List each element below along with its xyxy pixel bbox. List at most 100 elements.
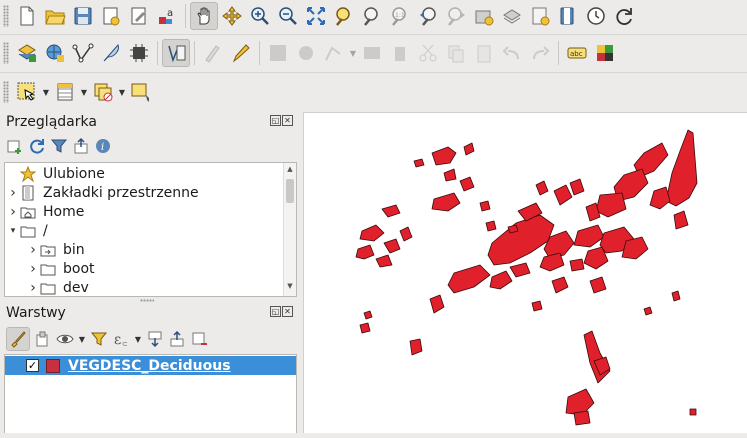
filter-legend-icon[interactable] [90,330,108,348]
deselect-features-icon[interactable] [89,78,117,106]
processing-icon[interactable] [125,39,153,67]
zoom-last-icon[interactable] [414,2,442,30]
copy-icon[interactable] [442,39,470,67]
browser-scrollbar[interactable]: ▲ ▼ [283,163,296,296]
close-panel-icon[interactable]: ✕ [282,306,293,317]
filter-icon[interactable] [50,137,68,155]
data-source-manager-icon[interactable] [13,39,41,67]
toolbar-divider [0,72,747,73]
select-features-icon[interactable] [13,78,41,106]
identify-features-icon[interactable] [127,78,155,106]
refresh-icon[interactable] [610,2,638,30]
browser-item-label: dev [63,279,89,296]
text-annotation-icon[interactable]: a [153,2,181,30]
dropdown-arrow-icon[interactable]: ▼ [134,328,142,350]
zoom-full-icon[interactable] [302,2,330,30]
map-canvas[interactable] [303,112,747,433]
collapsed-arrow-icon[interactable]: › [7,204,19,220]
collapse-all-icon[interactable] [168,330,186,348]
toolbar-handle[interactable] [3,5,9,27]
layer-row[interactable]: ✓ VEGDESC_Deciduous [5,356,296,375]
browser-item[interactable]: › bin [5,240,296,259]
zoom-next-icon[interactable] [442,2,470,30]
vertex-tool-icon[interactable] [320,39,348,67]
current-edits-icon[interactable] [162,39,190,67]
browser-tree[interactable]: Ulubione › Zakładki przestrzenne › Home ▾ / › bi… [4,162,297,297]
close-panel-icon[interactable]: ✕ [282,115,293,126]
expand-all-icon[interactable] [146,330,164,348]
pan-icon[interactable] [190,2,218,30]
add-group-icon[interactable] [34,330,52,348]
refresh-icon[interactable] [28,137,46,155]
attribute-table-icon[interactable] [51,78,79,106]
scroll-up-icon[interactable]: ▲ [284,165,296,177]
zoom-native-icon[interactable]: 1:1 [386,2,414,30]
clock-icon[interactable] [582,2,610,30]
zoom-to-layer-icon[interactable] [358,2,386,30]
style-manager-icon[interactable] [125,2,153,30]
new-project-icon[interactable] [13,2,41,30]
layers-tree[interactable]: ✓ VEGDESC_Deciduous [4,354,297,433]
browser-item[interactable]: › dev [5,278,296,296]
paste-icon[interactable] [470,39,498,67]
collapsed-arrow-icon[interactable]: › [27,242,39,258]
scroll-thumb[interactable] [286,179,294,203]
expanded-arrow-icon[interactable]: ▾ [7,226,19,236]
collapsed-arrow-icon[interactable]: › [27,280,39,296]
show-bookmarks-icon[interactable] [498,2,526,30]
save-project-icon[interactable] [69,2,97,30]
toolbar-separator [194,41,195,65]
filter-expression-icon[interactable]: ε ⊂ [112,330,130,348]
layers-panel-header: Warstwy ◱ ✕ [0,302,297,324]
open-project-icon[interactable] [41,2,69,30]
float-panel-icon[interactable]: ◱ [270,115,281,126]
layer-name[interactable]: VEGDESC_Deciduous [68,358,231,374]
temporal-controller-icon[interactable] [554,2,582,30]
add-layer-icon[interactable] [41,39,69,67]
dropdown-arrow-icon[interactable]: ▼ [41,81,51,103]
dropdown-arrow-icon[interactable]: ▼ [117,81,127,103]
browser-item[interactable]: › Home [5,202,296,221]
cut-icon[interactable] [414,39,442,67]
browser-item[interactable]: › Zakładki przestrzenne [5,183,296,202]
browser-item[interactable]: ▾ / [5,221,296,240]
pan-to-selection-icon[interactable] [218,2,246,30]
collapsed-arrow-icon[interactable]: › [27,261,39,277]
collapsed-arrow-icon[interactable]: › [7,185,19,201]
zoom-in-icon[interactable] [246,2,274,30]
zoom-to-selection-icon[interactable] [330,2,358,30]
toolbar-handle[interactable] [3,81,9,103]
browser-item[interactable]: › boot [5,259,296,278]
toolbar-handle[interactable] [3,42,9,64]
collapse-all-icon[interactable] [72,137,90,155]
undo-icon[interactable] [498,39,526,67]
feather-icon[interactable] [97,39,125,67]
pencil-icon[interactable] [227,39,255,67]
label-tool-icon[interactable]: abc [563,39,591,67]
layer-diagram-icon[interactable] [591,39,619,67]
dropdown-arrow-icon[interactable]: ▼ [79,81,89,103]
new-map-view-icon[interactable] [526,2,554,30]
redo-icon[interactable] [526,39,554,67]
dropdown-arrow-icon[interactable]: ▼ [348,42,358,64]
modify-attributes-icon[interactable] [358,39,386,67]
save-edits-icon[interactable] [264,39,292,67]
layer-styling-button[interactable] [6,327,30,351]
delete-selected-icon[interactable] [386,39,414,67]
new-bookmark-icon[interactable] [470,2,498,30]
manage-visibility-icon[interactable] [56,330,74,348]
info-icon[interactable]: i [94,137,112,155]
browser-item[interactable]: Ulubione [5,164,296,183]
remove-layer-icon[interactable] [190,330,208,348]
svg-text:⊂: ⊂ [122,340,128,348]
scroll-down-icon[interactable]: ▼ [284,282,296,294]
add-feature-icon[interactable] [292,39,320,67]
dropdown-arrow-icon[interactable]: ▼ [78,328,86,350]
digitize-vertex-icon[interactable] [69,39,97,67]
float-panel-icon[interactable]: ◱ [270,306,281,317]
toggle-editing-icon[interactable] [199,39,227,67]
zoom-out-icon[interactable] [274,2,302,30]
add-selected-layer-icon[interactable] [6,137,24,155]
new-print-layout-icon[interactable] [97,2,125,30]
layer-visibility-checkbox[interactable]: ✓ [26,359,39,372]
